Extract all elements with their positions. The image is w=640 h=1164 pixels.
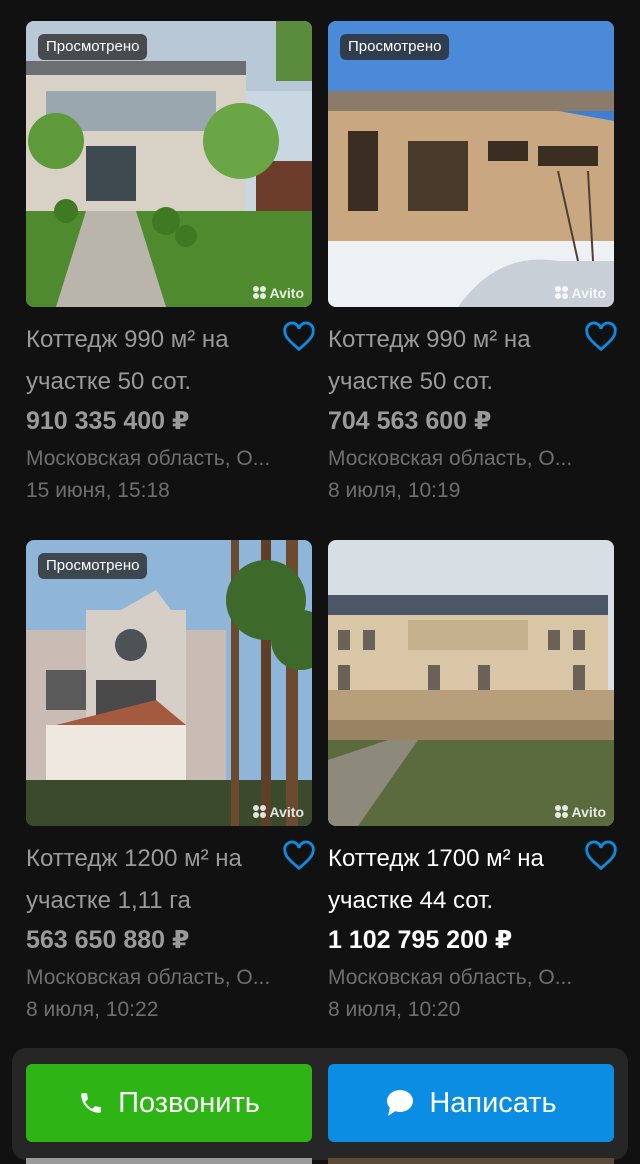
listing-photo[interactable]: Просмотрено Avito: [26, 21, 312, 307]
listing-card[interactable]: Просмотрено Avito Коттедж 990 м² на учас…: [328, 21, 617, 507]
viewed-badge: Просмотрено: [38, 34, 148, 60]
avito-watermark: Avito: [554, 804, 606, 820]
listing-title: Коттедж 1700 м² на участке 44 сот.: [328, 845, 544, 914]
heart-outline-icon[interactable]: [282, 321, 316, 355]
listing-price: 910 335 400 ₽: [26, 407, 190, 435]
listing-price: 563 650 880 ₽: [26, 926, 190, 954]
listing-card[interactable]: Просмотрено Avito Коттедж 1200 м² на уча…: [26, 540, 315, 1026]
viewed-badge: Просмотрено: [340, 34, 450, 60]
write-button[interactable]: Написать: [328, 1064, 614, 1142]
listing-date: 15 июня, 15:18: [26, 479, 170, 502]
listing-price: 1 102 795 200 ₽: [328, 926, 513, 954]
chat-bubble-icon: [387, 1090, 414, 1116]
listing-date: 8 июля, 10:19: [328, 479, 461, 502]
watermark-text: Avito: [269, 804, 304, 820]
call-button-label: Позвонить: [118, 1086, 260, 1119]
viewed-badge: Просмотрено: [38, 553, 148, 579]
listing-title: Коттедж 990 м² на участке 50 сот.: [26, 326, 229, 395]
next-row-photo-peek: [26, 1158, 312, 1164]
avito-logo-icon: [554, 805, 569, 819]
listing-location: Московская область, О...: [26, 447, 271, 470]
listing-date: 8 июля, 10:20: [328, 998, 461, 1021]
watermark-text: Avito: [571, 804, 606, 820]
listing-photo[interactable]: Просмотрено Avito: [328, 21, 614, 307]
heart-outline-icon[interactable]: [282, 840, 316, 874]
avito-watermark: Avito: [252, 285, 304, 301]
heart-outline-icon[interactable]: [584, 321, 618, 355]
listing-location: Московская область, О...: [328, 966, 573, 989]
listing-photo[interactable]: Avito: [328, 540, 614, 826]
listing-price: 704 563 600 ₽: [328, 407, 492, 435]
avito-logo-icon: [252, 286, 267, 300]
listing-location: Московская область, О...: [328, 447, 573, 470]
listing-title: Коттедж 1200 м² на участке 1,11 га: [26, 845, 242, 914]
write-button-label: Написать: [429, 1086, 557, 1119]
contact-action-bar: Позвонить Написать: [12, 1048, 628, 1160]
listing-photo[interactable]: Просмотрено Avito: [26, 540, 312, 826]
next-row-photo-peek: [328, 1158, 614, 1164]
listing-location: Московская область, О...: [26, 966, 271, 989]
listings-grid: Просмотрено Avito Коттедж 990 м² на учас…: [0, 0, 640, 1164]
avito-watermark: Avito: [554, 285, 606, 301]
heart-outline-icon[interactable]: [584, 840, 618, 874]
phone-icon: [81, 1093, 101, 1113]
listing-date: 8 июля, 10:22: [26, 998, 159, 1021]
watermark-text: Avito: [269, 285, 304, 301]
listing-card[interactable]: Просмотрено Avito Коттедж 990 м² на учас…: [26, 21, 315, 507]
avito-logo-icon: [252, 805, 267, 819]
avito-watermark: Avito: [252, 804, 304, 820]
listing-title: Коттедж 990 м² на участке 50 сот.: [328, 326, 531, 395]
call-button[interactable]: Позвонить: [26, 1064, 312, 1142]
avito-logo-icon: [554, 286, 569, 300]
listing-card[interactable]: Avito Коттедж 1700 м² на участке 44 сот.…: [328, 540, 617, 1026]
watermark-text: Avito: [571, 285, 606, 301]
